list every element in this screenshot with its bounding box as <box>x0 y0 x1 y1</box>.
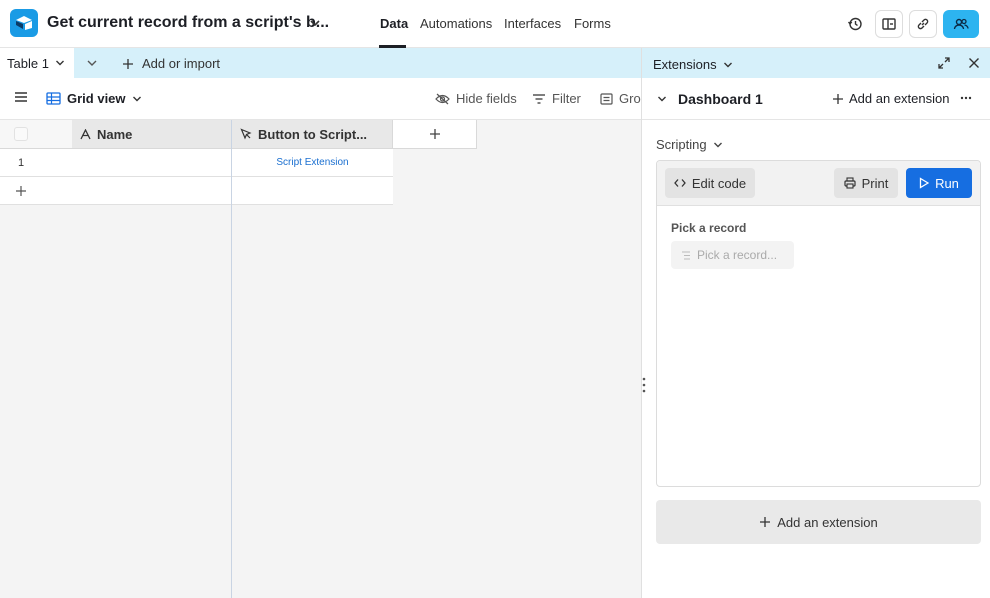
tab-automations[interactable]: Automations <box>420 16 492 31</box>
tab-forms[interactable]: Forms <box>574 16 611 31</box>
chevron-down-icon[interactable] <box>657 94 667 104</box>
list-icon <box>681 250 691 260</box>
row-number: 1 <box>18 157 25 169</box>
column-header-button[interactable]: Button to Script... <box>232 120 393 149</box>
name-cell[interactable] <box>72 149 231 177</box>
scripting-label: Scripting <box>656 137 707 152</box>
column-name-label: Name <box>97 126 133 142</box>
extensions-title: Extensions <box>653 57 717 72</box>
add-field-button[interactable] <box>393 120 477 149</box>
group-icon <box>600 92 613 105</box>
hide-fields-button[interactable]: Hide fields <box>435 91 517 106</box>
base-title[interactable]: Get current record from a script's b... <box>47 14 329 32</box>
extension-toolbar: Edit code Print Run <box>657 161 980 206</box>
cursor-icon <box>240 128 252 140</box>
tab-data[interactable]: Data <box>380 16 408 31</box>
add-extension-button[interactable]: Add an extension <box>832 91 949 106</box>
dashboard-bar: Dashboard 1 Add an extension <box>642 78 990 120</box>
plus-icon <box>429 128 441 140</box>
dashboard-title[interactable]: Dashboard 1 <box>678 91 763 107</box>
print-icon <box>844 177 856 189</box>
filter-button[interactable]: Filter <box>532 91 581 106</box>
plus-icon <box>759 516 771 528</box>
grid: Name Button to Script... 1 Script Extens… <box>0 120 641 598</box>
scripting-extension-card: Edit code Print Run Pick a record Pick a… <box>656 160 981 487</box>
edit-code-label: Edit code <box>691 175 747 191</box>
top-bar: Get current record from a script's b... … <box>0 0 990 48</box>
layout-icon[interactable] <box>875 10 903 38</box>
play-icon <box>919 177 930 189</box>
plus-icon <box>832 93 844 105</box>
column-button-label: Button to Script... <box>258 126 368 142</box>
eye-off-icon <box>435 93 450 105</box>
link-icon[interactable] <box>909 10 937 38</box>
share-icon[interactable] <box>943 10 979 38</box>
chevron-down-icon[interactable] <box>55 58 65 68</box>
chevron-down-icon <box>713 140 723 150</box>
expand-icon[interactable] <box>938 57 950 69</box>
view-switcher[interactable]: Grid view <box>46 91 142 106</box>
select-all-checkbox[interactable] <box>14 127 28 141</box>
app-logo-icon[interactable] <box>10 9 38 37</box>
add-extension-bottom-label: Add an extension <box>777 514 878 530</box>
row-number-header <box>0 120 72 149</box>
add-extension-large-button[interactable]: Add an extension <box>656 500 981 544</box>
add-row-button[interactable] <box>0 177 231 205</box>
run-label: Run <box>935 175 959 191</box>
table-tab-bar: Table 1 Add or import <box>0 48 641 78</box>
table-tab-label: Table 1 <box>7 55 49 71</box>
run-button[interactable]: Run <box>906 168 972 198</box>
chevron-down-icon <box>723 60 733 70</box>
filter-label: Filter <box>552 91 581 106</box>
pick-record-label: Pick a record <box>671 221 747 235</box>
add-row-cell[interactable] <box>232 177 393 205</box>
script-extension-button[interactable]: Script Extension <box>276 157 348 168</box>
filter-icon <box>532 93 546 105</box>
plus-icon <box>15 185 27 197</box>
code-icon <box>674 178 686 188</box>
button-cell: Script Extension <box>232 149 393 177</box>
print-label: Print <box>861 175 889 191</box>
print-button[interactable]: Print <box>834 168 898 198</box>
extensions-panel: Extensions Dashboard 1 Add an extension … <box>641 48 990 598</box>
table-tab-table-1[interactable]: Table 1 <box>0 48 74 78</box>
edit-code-button[interactable]: Edit code <box>665 168 755 198</box>
chevron-down-icon[interactable] <box>86 57 98 69</box>
tab-interfaces[interactable]: Interfaces <box>504 16 561 31</box>
extensions-header: Extensions <box>642 48 990 78</box>
grid-view-icon <box>46 92 61 105</box>
chevron-down-icon[interactable] <box>309 17 321 29</box>
hide-fields-label: Hide fields <box>456 91 517 106</box>
frozen-column-divider <box>231 120 232 598</box>
close-icon[interactable] <box>968 57 980 69</box>
pick-record-button[interactable]: Pick a record... <box>671 241 794 269</box>
plus-icon <box>122 58 134 70</box>
add-or-import-label: Add or import <box>142 56 221 71</box>
history-icon[interactable] <box>841 10 869 38</box>
menu-icon[interactable] <box>14 91 28 103</box>
more-options-icon[interactable] <box>960 96 972 100</box>
column-header-name[interactable]: Name <box>72 120 231 149</box>
table-row[interactable]: 1 <box>0 149 72 177</box>
view-name: Grid view <box>67 91 126 106</box>
text-field-icon <box>80 128 91 140</box>
chevron-down-icon <box>132 94 142 104</box>
extensions-menu[interactable]: Extensions <box>653 57 733 72</box>
pick-record-placeholder: Pick a record... <box>697 248 778 262</box>
add-extension-label: Add an extension <box>849 91 950 106</box>
view-bar: Grid view Hide fields Filter Grou <box>0 78 648 120</box>
resize-handle-icon[interactable] <box>642 377 646 393</box>
add-or-import-button[interactable]: Add or import <box>122 56 220 71</box>
scripting-extension-menu[interactable]: Scripting <box>656 137 723 152</box>
